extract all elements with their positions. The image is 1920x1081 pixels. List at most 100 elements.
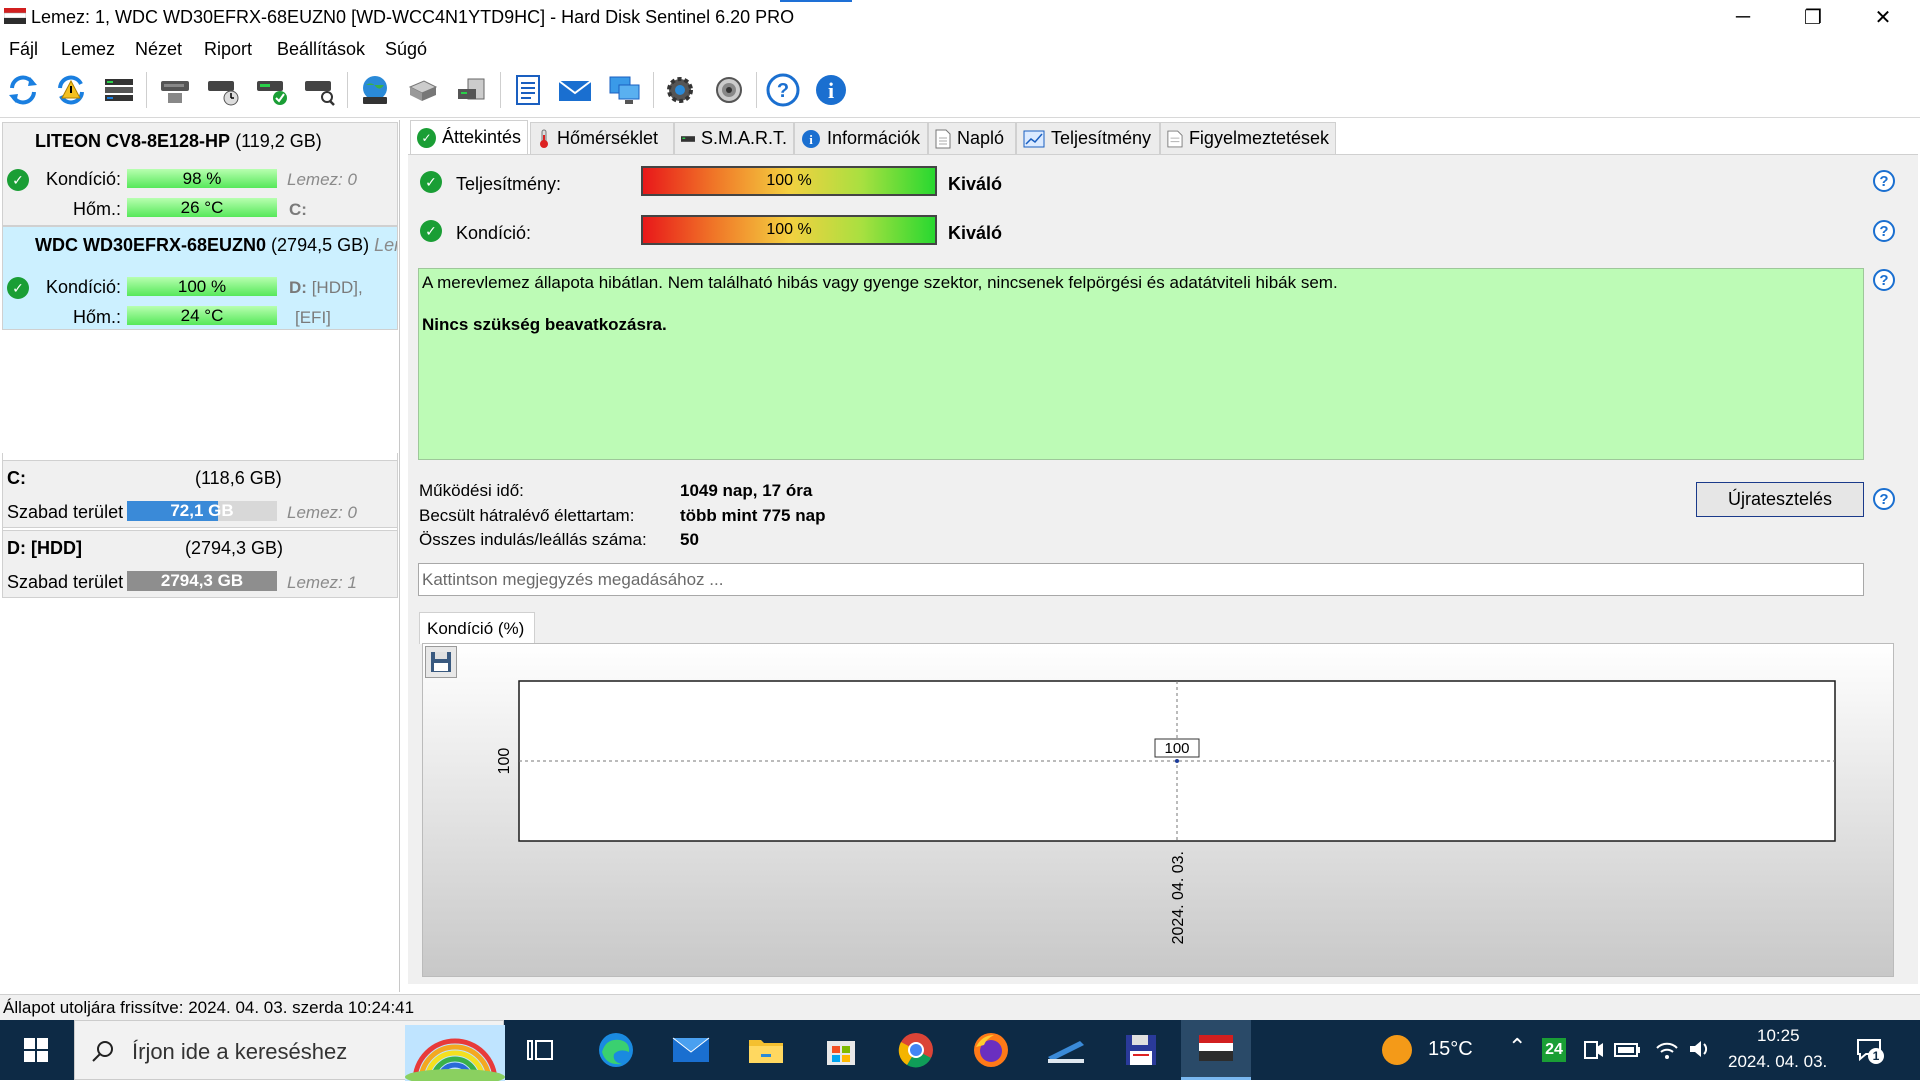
temperature-bar: 26 °C — [127, 198, 277, 217]
toolbar-separator — [347, 72, 348, 108]
store-icon[interactable] — [811, 1026, 871, 1074]
meet-now-icon[interactable] — [1582, 1038, 1604, 1062]
disk-network-icon[interactable] — [403, 70, 443, 110]
help-icon[interactable]: ? — [1873, 170, 1895, 192]
volume-name: C: — [7, 468, 26, 488]
refresh-warning-icon[interactable] — [51, 70, 91, 110]
hd-sentinel-taskbar-button[interactable] — [1181, 1020, 1251, 1080]
help-icon[interactable]: ? — [1873, 488, 1895, 510]
condition-rating: Kiváló — [948, 223, 1003, 243]
starts-label: Összes indulás/leállás száma: — [419, 530, 647, 549]
chart-tab-condition[interactable]: Kondíció (%) — [419, 612, 535, 644]
menu-file[interactable]: Fájl — [9, 39, 38, 60]
check-icon: ✓ — [420, 171, 442, 193]
disk-title: LITEON CV8-8E128-HP (119,2 GB) — [35, 131, 322, 152]
file-explorer-icon[interactable] — [736, 1026, 796, 1074]
lifetime-label: Becsült hátralévő élettartam: — [419, 506, 635, 525]
tab-overview[interactable]: ✓ Áttekintés — [410, 120, 528, 154]
firefox-icon[interactable] — [961, 1026, 1021, 1074]
info-icon[interactable]: i — [811, 70, 851, 110]
help-icon[interactable]: ? — [763, 70, 803, 110]
title-accent — [780, 0, 852, 2]
svg-text:i: i — [809, 132, 813, 147]
tab-label: Napló — [957, 128, 1005, 148]
temperature-label: Hőm.: — [72, 199, 121, 219]
svg-text:?: ? — [777, 80, 789, 102]
menu-bar: Fájl Lemez Nézet Riport Beállítások Súgó — [0, 36, 1920, 64]
scanner-icon[interactable] — [1036, 1026, 1096, 1074]
volume-disk-index: Lemez: 0 — [287, 503, 357, 522]
tray-app-icon[interactable]: 24 — [1542, 1038, 1566, 1062]
email-icon[interactable] — [555, 70, 595, 110]
condition-bar: 100 % — [127, 277, 277, 296]
volume-card[interactable]: D: [HDD] (2794,3 GB) Szabad terület 2794… — [2, 530, 398, 598]
tray-chevron-icon[interactable]: ⌃ — [1508, 1034, 1526, 1060]
menu-disk[interactable]: Lemez — [61, 39, 115, 60]
notification-center-icon[interactable]: 1 — [1856, 1036, 1884, 1064]
volume-card[interactable]: C: (118,6 GB) Szabad terület 72,1 GB Lem… — [2, 460, 398, 528]
wifi-icon[interactable] — [1654, 1036, 1680, 1062]
performance-rating: Kiváló — [948, 174, 1003, 194]
restore-button[interactable]: ❐ — [1778, 0, 1848, 34]
refresh-icon[interactable] — [3, 70, 43, 110]
save-app-icon[interactable] — [1111, 1026, 1171, 1074]
disk-icon — [681, 135, 695, 142]
status-text: A merevlemez állapota hibátlan. Nem talá… — [422, 273, 1338, 292]
clock-date[interactable]: 2024. 04. 03. — [1728, 1052, 1827, 1072]
close-button[interactable]: ✕ — [1848, 0, 1918, 34]
chrome-icon[interactable] — [886, 1026, 946, 1074]
menu-settings[interactable]: Beállítások — [277, 39, 365, 60]
starts-value: 50 — [680, 530, 699, 549]
tab-warnings[interactable]: Figyelmeztetések — [1160, 122, 1336, 154]
disk-card[interactable]: LITEON CV8-8E128-HP (119,2 GB) ✓ Kondíci… — [2, 122, 398, 226]
tab-performance[interactable]: Teljesítmény — [1016, 122, 1160, 154]
windows-start-icon[interactable] — [6, 1026, 66, 1074]
note-input[interactable]: Kattintson megjegyzés megadásához ... — [418, 563, 1864, 596]
volume-icon[interactable] — [1688, 1038, 1712, 1060]
disk-backup-icon[interactable] — [451, 70, 491, 110]
toolbar-separator — [653, 72, 654, 108]
clock-time[interactable]: 10:25 — [1757, 1026, 1800, 1046]
disk-check-icon[interactable] — [251, 70, 291, 110]
hd-sentinel-icon — [1199, 1035, 1233, 1061]
help-icon[interactable]: ? — [1873, 269, 1895, 291]
tab-log[interactable]: Napló — [928, 122, 1016, 154]
condition-gauge: 100 % — [641, 215, 937, 245]
tab-smart[interactable]: S.M.A.R.T. — [674, 122, 794, 154]
app-icon — [3, 6, 27, 26]
temperature-bar: 24 °C — [127, 306, 277, 325]
disk-list-icon[interactable] — [99, 70, 139, 110]
disk-info-icon[interactable] — [155, 70, 195, 110]
edge-icon[interactable] — [586, 1026, 646, 1074]
info-icon: i — [802, 129, 820, 148]
disk-size: (2794,5 GB) — [271, 235, 370, 255]
mail-icon[interactable] — [661, 1026, 721, 1074]
disk-card-selected[interactable]: WDC WD30EFRX-68EUZN0 (2794,5 GB) Lem ✓ K… — [2, 226, 398, 330]
tab-temperature[interactable]: Hőmérséklet — [530, 122, 674, 154]
menu-view[interactable]: Nézet — [135, 39, 182, 60]
gear-icon[interactable] — [660, 70, 700, 110]
tab-label: Teljesítmény — [1051, 128, 1152, 148]
taskbar-search[interactable]: Írjon ide a kereséshez — [74, 1020, 505, 1081]
task-view-icon[interactable] — [510, 1026, 570, 1074]
retest-button[interactable]: Újratesztelés — [1696, 482, 1864, 517]
menu-help[interactable]: Súgó — [385, 39, 427, 60]
disk-volumes: D: [HDD], — [289, 278, 363, 298]
sound-icon[interactable] — [708, 70, 748, 110]
disk-schedule-icon[interactable] — [202, 70, 242, 110]
battery-icon[interactable] — [1614, 1040, 1642, 1060]
y-tick-label: 100 — [496, 748, 513, 775]
svg-text:i: i — [828, 78, 834, 103]
network-icon[interactable] — [604, 70, 644, 110]
globe-disk-icon[interactable] — [355, 70, 395, 110]
report-icon[interactable] — [508, 70, 548, 110]
tab-label: Információk — [827, 128, 921, 148]
disk-search-icon[interactable] — [299, 70, 339, 110]
status-bar: Állapot utoljára frissítve: 2024. 04. 03… — [0, 994, 1920, 1020]
search-placeholder: Írjon ide a kereséshez — [132, 1039, 348, 1064]
tab-information[interactable]: i Információk — [794, 122, 928, 154]
minimize-button[interactable]: ─ — [1708, 0, 1778, 34]
help-icon[interactable]: ? — [1873, 220, 1895, 242]
menu-report[interactable]: Riport — [204, 39, 252, 60]
weather-icon[interactable] — [1382, 1035, 1412, 1065]
